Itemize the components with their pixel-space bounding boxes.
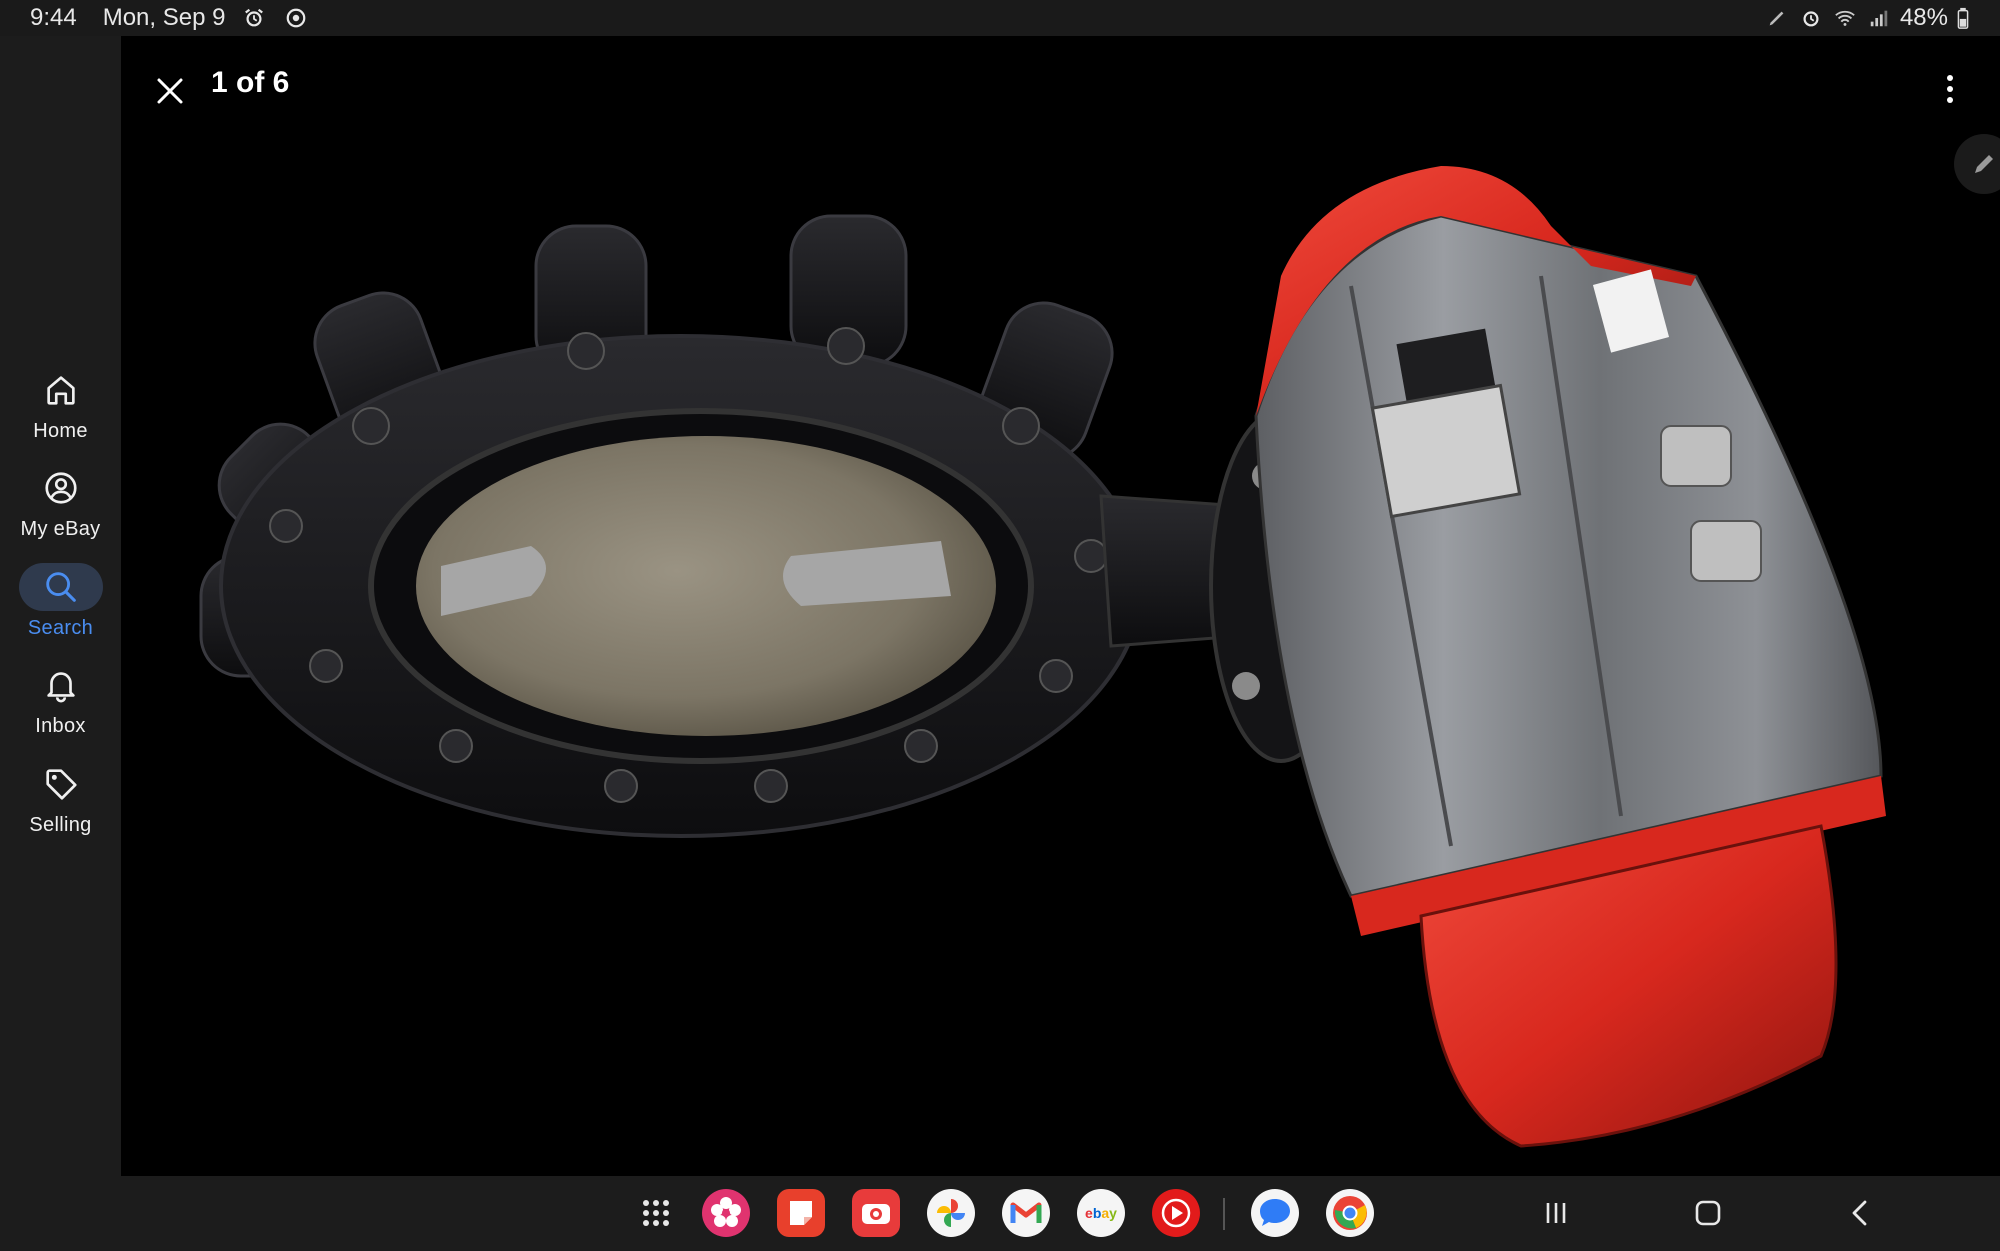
- recents-icon: [1546, 1203, 1566, 1223]
- nav-item-home[interactable]: Home: [0, 366, 121, 443]
- tag-icon: [19, 760, 103, 808]
- alarm-icon: [241, 5, 267, 31]
- photos-app-icon: [927, 1189, 975, 1237]
- messages-app-icon: [1251, 1189, 1299, 1237]
- bell-icon: [19, 661, 103, 709]
- nav-label-search: Search: [27, 617, 94, 639]
- app-camera[interactable]: [852, 1189, 900, 1237]
- ebay-app-icon: ebay: [1077, 1189, 1125, 1237]
- search-icon: [18, 563, 103, 611]
- signal-icon: [1866, 5, 1892, 31]
- svg-text:ebay: ebay: [1085, 1205, 1117, 1221]
- recent-apps-button[interactable]: [1526, 1189, 1586, 1237]
- gmail-app-icon: [1002, 1189, 1050, 1237]
- status-time: 9:44: [30, 4, 77, 31]
- notes-app-icon: [777, 1189, 825, 1237]
- status-date: Mon, Sep 9: [102, 4, 226, 31]
- back-chevron-icon: [1852, 1200, 1867, 1226]
- home-icon: [19, 366, 103, 414]
- status-bar: 9:44 Mon, Sep 9 48%: [0, 0, 2000, 36]
- battery-percent: 48%: [1899, 4, 1948, 31]
- taskbar-divider: [1223, 1198, 1225, 1230]
- nav-item-my-ebay[interactable]: My eBay: [0, 464, 121, 541]
- image-viewer: 1 of 6: [121, 36, 2000, 1176]
- status-left: 9:44 Mon, Sep 9: [30, 4, 309, 32]
- camera-app-icon: [852, 1189, 900, 1237]
- app-ebay[interactable]: ebay: [1077, 1189, 1125, 1237]
- nav-label-my-ebay: My eBay: [20, 518, 101, 540]
- battery-icon: [1956, 5, 1970, 31]
- apps-grid-icon: [643, 1200, 669, 1226]
- app-photos[interactable]: [927, 1189, 975, 1237]
- nav-item-search[interactable]: Search: [0, 563, 121, 640]
- app-chrome[interactable]: [1326, 1189, 1374, 1237]
- sync-icon: [283, 5, 309, 31]
- back-button[interactable]: [1830, 1189, 1890, 1237]
- taskbar: ebay: [0, 1176, 2000, 1251]
- nav-label-home: Home: [33, 420, 88, 442]
- pen-icon: [1764, 5, 1790, 31]
- viewer-header: 1 of 6: [121, 36, 2000, 136]
- app-youtube-music[interactable]: [1152, 1189, 1200, 1237]
- wifi-icon: [1832, 5, 1858, 31]
- status-right: 48%: [1764, 4, 1970, 32]
- close-icon: [157, 78, 183, 104]
- actuator: [1254, 166, 1886, 1148]
- product-photo[interactable]: [121, 126, 2000, 1176]
- home-square-icon: [1695, 1200, 1721, 1226]
- account-icon: [19, 464, 103, 512]
- app-blossom[interactable]: [702, 1189, 750, 1237]
- nav-rail: Home My eBay Search Inbox Selling: [0, 36, 121, 1176]
- more-options-button[interactable]: [1930, 66, 1970, 112]
- close-button[interactable]: [147, 68, 193, 114]
- youtube-music-app-icon: [1152, 1189, 1200, 1237]
- more-vertical-icon: [1947, 75, 1953, 103]
- apps-grid-button[interactable]: [632, 1189, 680, 1237]
- image-counter: 1 of 6: [211, 66, 290, 99]
- alarm-icon-right: [1798, 5, 1824, 31]
- flower-app-icon: [702, 1189, 750, 1237]
- app-notes[interactable]: [777, 1189, 825, 1237]
- nav-item-inbox[interactable]: Inbox: [0, 661, 121, 738]
- nav-label-selling: Selling: [29, 814, 92, 836]
- nav-label-inbox: Inbox: [35, 715, 86, 737]
- nav-item-selling[interactable]: Selling: [0, 760, 121, 837]
- home-button[interactable]: [1678, 1189, 1738, 1237]
- chrome-app-icon: [1326, 1189, 1374, 1237]
- app-gmail[interactable]: [1002, 1189, 1050, 1237]
- app-messages[interactable]: [1251, 1189, 1299, 1237]
